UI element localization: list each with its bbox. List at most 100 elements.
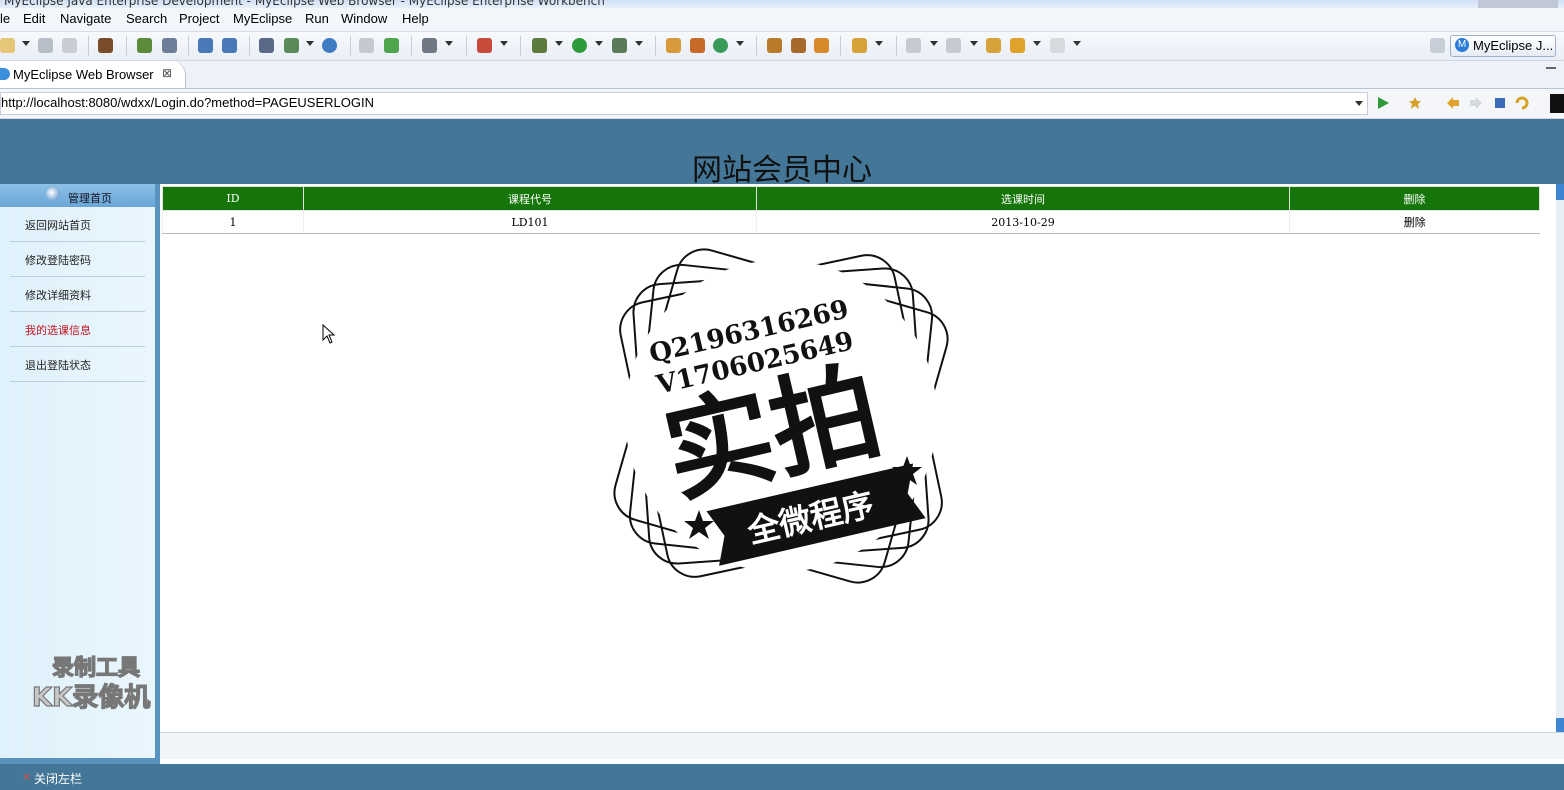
sidebar-item-logout[interactable]: 退出登陆状态 — [10, 347, 145, 382]
save-icon[interactable] — [38, 38, 53, 53]
folder-dropdown-icon[interactable] — [875, 41, 883, 46]
browser-back-icon[interactable] — [1446, 96, 1460, 110]
menu-project[interactable]: Project — [179, 11, 219, 26]
main-toolbar: M MyEclipse J... — [0, 32, 1564, 61]
refresh-icon[interactable] — [1515, 96, 1529, 110]
menu-help[interactable]: Help — [402, 11, 429, 26]
cell-id: 1 — [162, 210, 304, 234]
wizard-icon[interactable] — [198, 38, 213, 53]
forward-dropdown-icon[interactable] — [1073, 41, 1081, 46]
next-annotation-dropdown-icon[interactable] — [930, 41, 938, 46]
print-icon[interactable] — [62, 38, 77, 53]
run-icon[interactable] — [572, 38, 587, 53]
external-tools-dropdown-icon[interactable] — [635, 41, 643, 46]
sidebar-item-label: 返回网站首页 — [25, 219, 91, 232]
bug-icon[interactable] — [477, 38, 492, 53]
new-dropdown-icon[interactable] — [22, 41, 30, 46]
debug-icon[interactable] — [137, 38, 152, 53]
site-header: 网站会员中心 — [0, 119, 1564, 188]
back-icon[interactable] — [1010, 38, 1025, 53]
external-tools-icon[interactable] — [612, 38, 627, 53]
last-edit-icon[interactable] — [986, 38, 1001, 53]
side-panel-edge — [1550, 94, 1564, 113]
debug-dropdown-icon[interactable] — [555, 41, 563, 46]
go-icon[interactable] — [1376, 96, 1390, 110]
sidebar-item-label: 修改登陆密码 — [25, 254, 91, 267]
prev-annotation-icon[interactable] — [946, 38, 961, 53]
open-type-icon[interactable] — [767, 38, 782, 53]
camera-icon[interactable] — [422, 38, 437, 53]
sidebar-item-label: 修改详细资料 — [25, 289, 91, 302]
toolbar-separator — [249, 36, 250, 56]
sidebar-item-return-home[interactable]: 返回网站首页 — [10, 207, 145, 242]
toolbar-separator — [188, 36, 189, 56]
delete-link[interactable]: 删除 — [1289, 210, 1540, 234]
minimize-icon[interactable] — [1546, 67, 1556, 69]
menu-search[interactable]: Search — [126, 11, 167, 26]
server-dropdown-icon[interactable] — [306, 41, 314, 46]
menu-file[interactable]: le — [0, 11, 10, 26]
mouse-cursor-icon — [322, 324, 336, 344]
browser-forward-icon[interactable] — [1469, 96, 1483, 110]
next-annotation-icon[interactable] — [906, 38, 921, 53]
run-dropdown-icon[interactable] — [595, 41, 603, 46]
close-tab-icon[interactable]: ⊠ — [162, 66, 172, 80]
back-dropdown-icon[interactable] — [1033, 41, 1041, 46]
new-icon[interactable] — [0, 38, 15, 53]
page-footer: × 关闭左栏 — [0, 764, 1564, 790]
toolbar-separator — [840, 36, 841, 56]
myeclipse-icon: M — [1455, 38, 1469, 52]
perspective-button[interactable]: M MyEclipse J... — [1450, 35, 1556, 57]
column-header-course-code: 课程代号 — [303, 186, 757, 211]
url-box — [0, 92, 1368, 115]
new-class-dropdown-icon[interactable] — [736, 41, 744, 46]
package-icon[interactable] — [98, 38, 113, 53]
menu-window[interactable]: Window — [341, 11, 387, 26]
column-header-select-time: 选课时间 — [756, 186, 1290, 211]
bug-dropdown-icon[interactable] — [500, 41, 508, 46]
new-project-icon[interactable] — [666, 38, 681, 53]
browser-globe-icon[interactable] — [322, 38, 337, 53]
open-perspective-icon[interactable] — [1430, 38, 1445, 53]
stop-icon[interactable] — [1493, 96, 1507, 110]
window-controls[interactable] — [1478, 0, 1558, 8]
favorites-icon[interactable] — [1408, 96, 1422, 110]
url-history-dropdown-icon[interactable] — [1355, 101, 1363, 106]
search-folder-icon[interactable] — [814, 38, 829, 53]
new-class-icon[interactable] — [713, 38, 728, 53]
stamp-watermark: Q2196316269 V1706025649 实拍 全微程序 — [613, 248, 949, 584]
menu-run[interactable]: Run — [305, 11, 329, 26]
wizard-2-icon[interactable] — [222, 38, 237, 53]
new-package-icon[interactable] — [690, 38, 705, 53]
camera-dropdown-icon[interactable] — [445, 41, 453, 46]
home-globe-icon — [46, 187, 60, 201]
tab-web-browser[interactable]: MyEclipse Web Browser ⊠ — [0, 61, 186, 88]
close-sidebar-link[interactable]: 关闭左栏 — [34, 770, 82, 787]
prev-annotation-dropdown-icon[interactable] — [970, 41, 978, 46]
menu-navigate[interactable]: Navigate — [60, 11, 111, 26]
sidebar-item-change-password[interactable]: 修改登陆密码 — [10, 242, 145, 277]
server-icon[interactable] — [259, 38, 274, 53]
deploy-icon[interactable] — [162, 38, 177, 53]
folder-icon[interactable] — [852, 38, 867, 53]
forward-icon[interactable] — [1050, 38, 1065, 53]
sidebar-item-label: 我的选课信息 — [25, 324, 91, 337]
server-run-icon[interactable] — [284, 38, 299, 53]
horizontal-scroll-area — [160, 732, 1564, 759]
menu-myeclipse[interactable]: MyEclipse — [233, 11, 292, 26]
open-task-icon[interactable] — [791, 38, 806, 53]
toolbar-separator — [88, 36, 89, 56]
table-header-row: ID 课程代号 选课时间 删除 — [162, 186, 1540, 211]
perspective-label: MyEclipse J... — [1473, 38, 1554, 53]
scrollbar-top-arrow[interactable] — [1556, 184, 1564, 200]
sidebar-item-my-courses[interactable]: 我的选课信息 — [10, 312, 145, 347]
vertical-scrollbar[interactable] — [1556, 184, 1564, 734]
sidebar-item-label: 退出登陆状态 — [25, 359, 91, 372]
menu-edit[interactable]: Edit — [23, 11, 45, 26]
close-sidebar-icon[interactable]: × — [22, 770, 31, 783]
url-input[interactable] — [1, 94, 1341, 111]
debug-run-icon[interactable] — [532, 38, 547, 53]
sidebar-item-edit-profile[interactable]: 修改详细资料 — [10, 277, 145, 312]
add-icon[interactable] — [384, 38, 399, 53]
toolbar-separator — [126, 36, 127, 56]
